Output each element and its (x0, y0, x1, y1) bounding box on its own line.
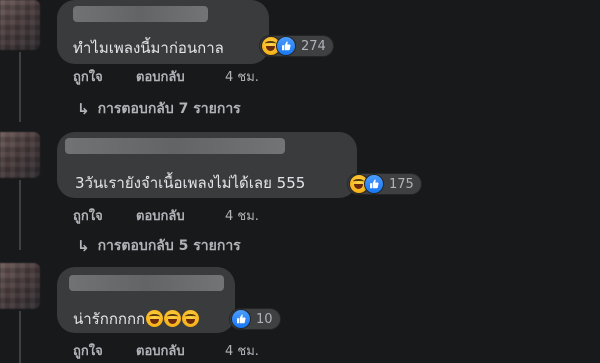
reply-arrow-icon: ↳ (77, 100, 90, 118)
comment-bubble: ทำไมเพลงนี้มาก่อนกาล (57, 0, 269, 64)
comment-bubble: 3วันเรายังจำเนื้อเพลงไม่ได้เลย 555 (57, 132, 357, 198)
thread-line (19, 52, 21, 122)
comment-text-content: ทำไมเพลงนี้มาก่อนกาล (73, 39, 224, 57)
avatar[interactable] (0, 132, 40, 178)
avatar[interactable] (0, 0, 40, 50)
reaction-count: 274 (301, 38, 326, 54)
like-link[interactable]: ถูกใจ (73, 340, 103, 361)
reaction-summary[interactable]: 175 (348, 174, 421, 194)
like-icon (276, 36, 296, 56)
comment-text: น่ารักกกกก (73, 307, 200, 331)
commenter-name[interactable] (65, 138, 285, 154)
comment-text: 3วันเรายังจำเนื้อเพลงไม่ได้เลย 555 (75, 171, 305, 195)
timestamp[interactable]: 4 ชม. (225, 66, 259, 87)
replies-count-label: การตอบกลับ 5 รายการ (97, 238, 241, 254)
rofl-emoji-icon (164, 310, 182, 327)
like-link[interactable]: ถูกใจ (73, 66, 103, 87)
reaction-count: 175 (389, 176, 414, 192)
commenter-name[interactable] (69, 275, 224, 291)
thread-line (19, 180, 21, 250)
avatar[interactable] (0, 263, 40, 309)
like-link[interactable]: ถูกใจ (73, 205, 103, 226)
comment-text-content: 3วันเรายังจำเนื้อเพลงไม่ได้เลย 555 (75, 174, 306, 192)
rofl-emoji-icon (182, 310, 200, 327)
timestamp[interactable]: 4 ชม. (225, 340, 259, 361)
view-replies-link[interactable]: ↳ การตอบกลับ 5 รายการ (77, 235, 241, 257)
replies-count-label: การตอบกลับ 7 รายการ (97, 101, 241, 117)
reaction-count: 10 (256, 311, 273, 327)
comment-bubble: น่ารักกกกก (57, 267, 235, 333)
reply-link[interactable]: ตอบกลับ (136, 66, 185, 87)
like-icon (364, 174, 384, 194)
reply-link[interactable]: ตอบกลับ (136, 205, 185, 226)
timestamp[interactable]: 4 ชม. (225, 205, 259, 226)
comment-text: ทำไมเพลงนี้มาก่อนกาล (73, 36, 224, 60)
view-replies-link[interactable]: ↳ การตอบกลับ 7 รายการ (77, 98, 241, 120)
reaction-summary[interactable]: 274 (260, 36, 333, 56)
reply-link[interactable]: ตอบกลับ (136, 340, 185, 361)
reaction-summary[interactable]: 10 (230, 309, 280, 329)
thread-line (19, 311, 21, 363)
commenter-name[interactable] (73, 6, 208, 22)
like-icon (231, 309, 251, 329)
rofl-emoji-icon (146, 310, 164, 327)
reply-arrow-icon: ↳ (77, 237, 90, 255)
comment-text-content: น่ารักกกกก (73, 310, 146, 328)
